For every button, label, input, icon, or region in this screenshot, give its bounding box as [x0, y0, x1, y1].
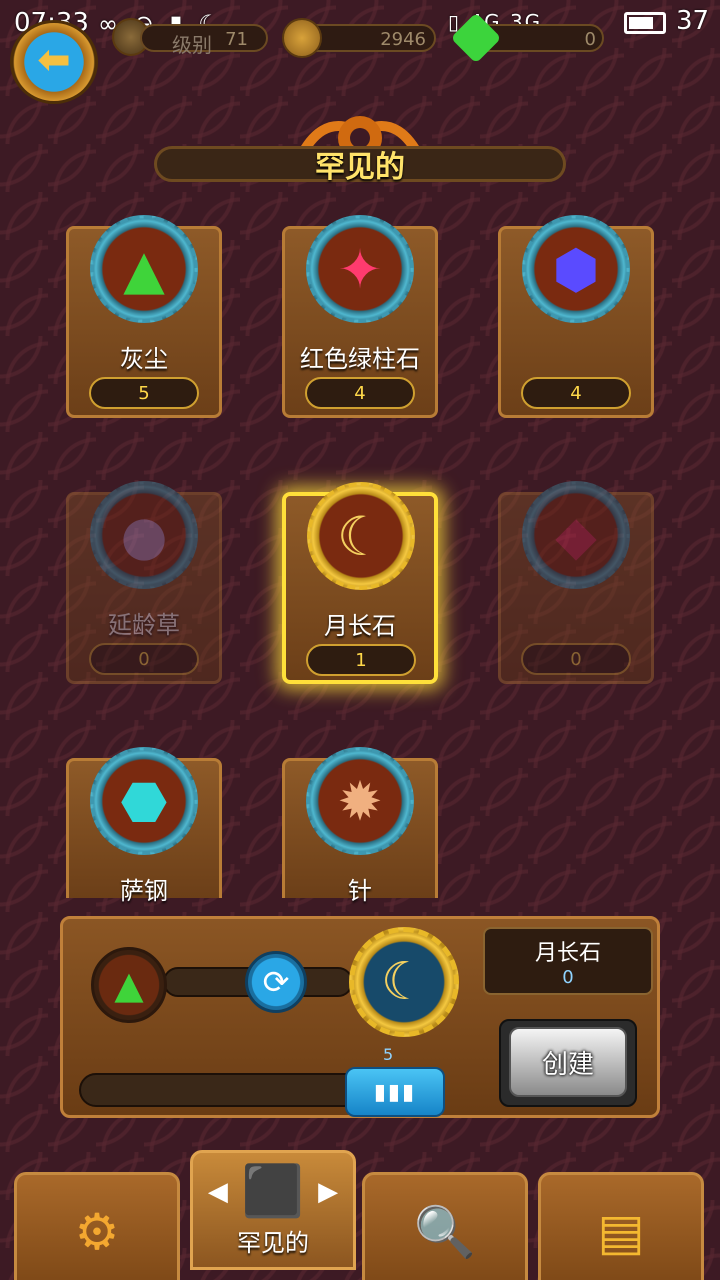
battery-icon	[624, 12, 666, 34]
spiky-seed-icon: ✹	[337, 769, 383, 833]
level-bar: 级别 71	[140, 24, 268, 57]
gear-icon: ⚙	[74, 1203, 120, 1261]
purple-bubble-icon: ●	[120, 503, 168, 567]
item-card[interactable]: ✦ 红色绿柱石 4	[282, 215, 438, 418]
item-count: 4	[521, 377, 631, 409]
item-name: 灰尘	[120, 345, 168, 373]
tab-gear[interactable]: ⚙	[14, 1172, 180, 1280]
tab-selector-row: ◀ ⬛ ▶	[208, 1162, 338, 1221]
item-name: 延龄草	[108, 611, 180, 639]
item-name: 针	[348, 877, 372, 905]
quantity-slider-handle[interactable]: ▮▮▮	[345, 1067, 445, 1117]
item-card[interactable]: ✹ 针	[282, 747, 438, 905]
level-value: 71	[225, 29, 248, 50]
create-button[interactable]: 创建	[499, 1019, 637, 1107]
item-badge: ⬣	[90, 747, 198, 855]
item-card[interactable]: ⬢ 4	[498, 215, 654, 418]
red-crystal-cluster-icon: ✦	[337, 237, 383, 301]
item-name: 红色绿柱石	[300, 345, 420, 373]
result-count: 0	[562, 967, 574, 988]
item-card[interactable]: ● 延龄草 0	[66, 481, 222, 684]
blue-crystal-ore-icon: ⬢	[552, 237, 600, 301]
result-info: 月长石 0	[483, 927, 653, 995]
item-badge: ✦	[306, 215, 414, 323]
item-card[interactable]: ☾ 月长石 1	[282, 482, 438, 684]
magnifier-icon: 🔍	[413, 1202, 477, 1261]
tab-dice[interactable]: ◀ ⬛ ▶ 罕见的	[190, 1150, 356, 1270]
page-title: 罕见的	[154, 146, 566, 185]
item-name: 萨钢	[120, 877, 168, 905]
crafting-source-slot[interactable]: ▲	[91, 947, 167, 1023]
green-dust-pile-icon: ▲	[123, 237, 165, 301]
item-badge: ●	[90, 481, 198, 589]
item-badge: ☾	[307, 482, 415, 590]
back-button[interactable]: ⬅	[10, 20, 98, 104]
item-name: 月长石	[324, 612, 396, 640]
dice-icon: ⬛	[241, 1162, 305, 1220]
back-arrow-icon: ⬅	[37, 37, 71, 83]
item-count: 4	[305, 377, 415, 409]
ruby-gem-icon: ◆	[555, 503, 597, 567]
tab-label: 罕见的	[237, 1229, 309, 1257]
coin-icon	[282, 18, 322, 58]
item-count: 5	[89, 377, 199, 409]
item-card[interactable]: ▲ 灰尘 5	[66, 215, 222, 418]
item-card[interactable]: ◆ 0	[498, 481, 654, 684]
item-badge: ✹	[306, 747, 414, 855]
arrow-left-icon[interactable]: ◀	[208, 1177, 228, 1207]
moonstone-claw-icon: ☾	[380, 952, 428, 1012]
item-badge: ⬢	[522, 215, 630, 323]
gem-value: 0	[584, 29, 596, 50]
moonstone-claw-icon: ☾	[336, 504, 386, 568]
green-dust-pile-icon: ▲	[114, 963, 144, 1007]
level-label: 级别	[172, 33, 212, 57]
tab-magnifier[interactable]: 🔍	[362, 1172, 528, 1280]
battery-level: 37	[676, 6, 710, 36]
swap-button[interactable]: ⟳	[245, 951, 307, 1013]
tab-chest[interactable]: ▤	[538, 1172, 704, 1280]
item-card[interactable]: ⬣ 萨钢	[66, 747, 222, 905]
create-button-label: 创建	[509, 1027, 627, 1097]
craft-quantity: 5	[383, 1045, 394, 1064]
item-count: 1	[306, 644, 416, 676]
cyan-crystal-ore-icon: ⬣	[120, 769, 168, 833]
item-count: 0	[89, 643, 199, 675]
result-name: 月长石	[534, 941, 601, 966]
coin-value: 2946	[380, 29, 426, 50]
crafting-result-slot: ☾	[349, 927, 459, 1037]
chest-icon: ▤	[597, 1203, 645, 1261]
arrow-right-icon[interactable]: ▶	[318, 1177, 338, 1207]
item-count: 0	[521, 643, 631, 675]
crafting-panel: ▲ ⟳ ☾ 月长石 0 5 ▮▮▮ 创建	[60, 916, 660, 1118]
refresh-icon: ⟳	[262, 963, 290, 1001]
item-badge: ▲	[90, 215, 198, 323]
item-badge: ◆	[522, 481, 630, 589]
